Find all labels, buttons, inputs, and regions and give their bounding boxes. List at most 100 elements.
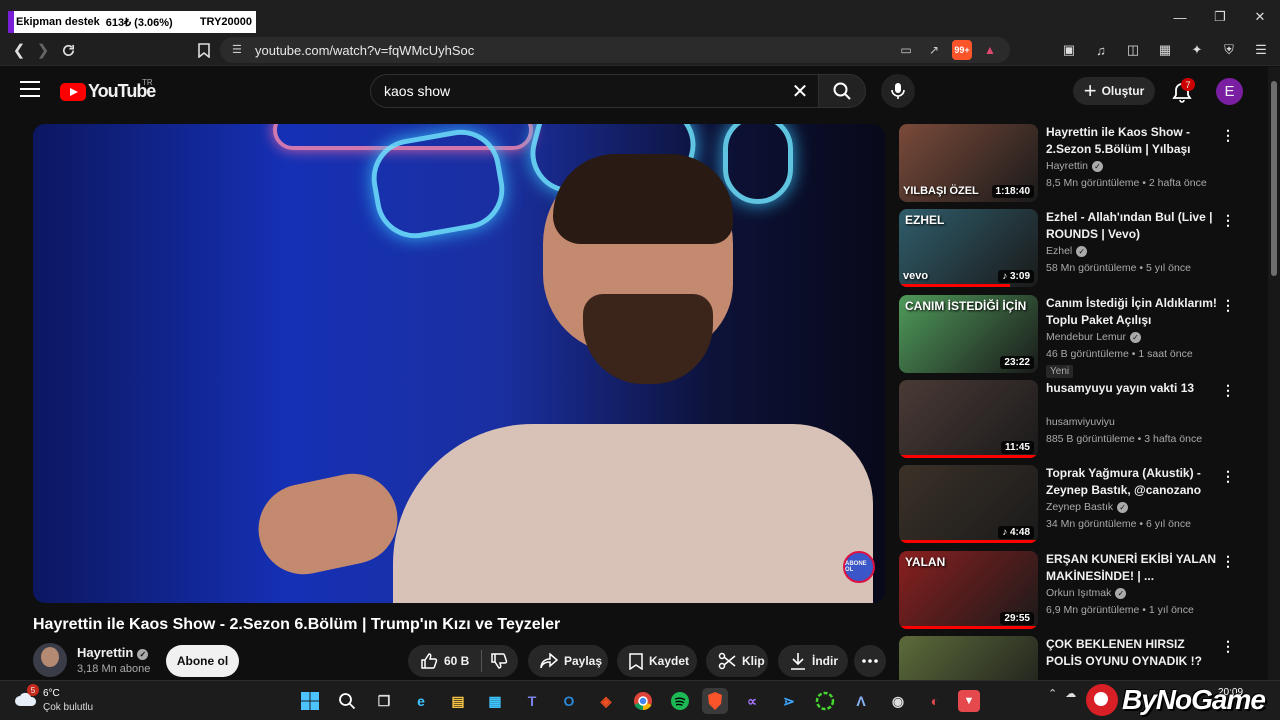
recommendation-thumbnail[interactable]: ♪ 4:48 (899, 465, 1038, 544)
back-icon[interactable]: ❮ (8, 39, 30, 61)
screenshot-icon[interactable]: ▣ (1058, 39, 1080, 61)
recommendation-item[interactable]: 11:45 husamyuyu yayın vakti 13 husamviyuvi… (899, 379, 1239, 460)
recommendation-channel-row[interactable]: Ezhel ✓ (1046, 245, 1088, 258)
like-button[interactable] (420, 652, 438, 670)
recommendation-channel[interactable]: husamviyuviyu (1046, 416, 1115, 428)
cloud-sync-icon[interactable]: ☁ (1065, 687, 1076, 700)
search-query[interactable]: kaos show (384, 83, 450, 99)
taskbar-search-icon[interactable] (334, 688, 360, 714)
page-scrollbar[interactable] (1268, 67, 1280, 680)
recommendation-channel[interactable]: Hayrettin (1046, 160, 1088, 172)
search-button[interactable] (818, 74, 866, 108)
account-avatar[interactable]: E (1216, 78, 1243, 105)
recommendation-item[interactable]: YALAN 29:55 ERŞAN KUNERİ EKİBİ YALAN MAKİN… (899, 550, 1239, 631)
channel-watermark[interactable]: ABONE OL (843, 551, 875, 583)
edge-browser-icon[interactable]: e (408, 688, 434, 714)
like-count[interactable]: 60 B (444, 654, 469, 668)
recommendation-thumbnail[interactable]: YALAN 29:55 (899, 550, 1038, 629)
more-vertical-icon[interactable]: ⋮ (1221, 553, 1235, 571)
vpn-shield-icon[interactable]: ⛨ (1218, 39, 1240, 61)
guide-menu-icon[interactable] (20, 81, 40, 99)
more-actions-button[interactable] (854, 645, 886, 677)
recommendation-title[interactable]: husamyuyu yayın vakti 13 (1046, 380, 1218, 397)
recommendation-item[interactable]: ♪ 4:48 Toprak Yağmura (Akustik) - Zeynep … (899, 465, 1239, 545)
create-button[interactable]: + Oluştur (1073, 77, 1155, 105)
more-vertical-icon[interactable]: ⋮ (1221, 297, 1235, 315)
recommendation-channel[interactable]: Zeynep Bastık (1046, 501, 1113, 513)
recommendation-thumbnail[interactable]: YILBAŞI ÖZEL 1:18:40 (899, 124, 1038, 202)
channel-name[interactable]: Hayrettin (77, 645, 133, 660)
close-window-icon[interactable]: ✕ (1240, 0, 1280, 34)
more-vertical-icon[interactable]: ⋮ (1221, 126, 1235, 144)
chrome-icon[interactable] (630, 688, 656, 714)
vscode-icon[interactable]: ⋗ (776, 688, 802, 714)
brave-shields-icon[interactable]: 99+ (952, 40, 972, 60)
clear-search-icon[interactable]: ✕ (788, 79, 812, 103)
share-button[interactable]: Paylaş (528, 645, 608, 677)
music-icon[interactable]: ♫ (1090, 39, 1112, 61)
more-vertical-icon[interactable]: ⋮ (1221, 638, 1235, 656)
weather-description[interactable]: Çok bulutlu (43, 702, 93, 713)
more-vertical-icon[interactable]: ⋮ (1221, 211, 1235, 229)
recommendation-thumbnail[interactable]: EZHEL vevo ♪ 3:09 (899, 209, 1038, 288)
voice-search-button[interactable] (881, 74, 915, 108)
recommendation-title[interactable]: ÇOK BEKLENEN HIRSIZ POLİS OYUNU OYNADIK … (1046, 636, 1218, 670)
app-a-icon[interactable]: Λ (848, 688, 874, 714)
forward-icon[interactable]: ❯ (32, 39, 54, 61)
weather-temperature[interactable]: 6°C (43, 688, 60, 699)
maximize-icon[interactable]: ❐ (1200, 0, 1240, 34)
razer-icon[interactable] (812, 688, 838, 714)
reload-icon[interactable] (57, 39, 79, 61)
microsoft-store-icon[interactable]: ▦ (482, 688, 508, 714)
recommendation-title[interactable]: Canım İstediği İçin Aldıklarım! Toplu Pa… (1046, 295, 1218, 329)
channel-avatar[interactable] (33, 643, 67, 677)
recommendation-item[interactable]: CANIM İSTEDİĞİ İÇİN 23:22 Canım İstediği İ… (899, 294, 1239, 378)
site-info-icon[interactable]: ☰ (232, 43, 242, 56)
obs-icon[interactable]: ◉ (885, 688, 911, 714)
more-vertical-icon[interactable]: ⋮ (1221, 467, 1235, 485)
teams-icon[interactable]: T (519, 688, 545, 714)
outlook-icon[interactable]: O (556, 688, 582, 714)
recommendation-item[interactable]: EZHEL vevo ♪ 3:09 Ezhel - Allah'ından Bul (… (899, 209, 1239, 289)
recommendation-title[interactable]: Hayrettin ile Kaos Show - 2.Sezon 5.Bölü… (1046, 124, 1218, 158)
url-text[interactable]: youtube.com/watch?v=fqWMcUyhSoc (255, 43, 474, 58)
recommendation-item[interactable]: YILBAŞI ÖZEL 1:18:40 Hayrettin ile Kaos Sh… (899, 124, 1239, 204)
youtube-logo[interactable]: YouTube TR (60, 78, 156, 102)
scrollbar-thumb[interactable] (1271, 81, 1277, 276)
recommendation-title[interactable]: Toprak Yağmura (Akustik) - Zeynep Bastık… (1046, 465, 1218, 499)
channel-name-row[interactable]: Hayrettin ✓ (77, 645, 149, 660)
tray-overflow-icon[interactable]: ⌃ (1048, 687, 1057, 700)
brave-rewards-icon[interactable]: ▲ (980, 40, 1000, 60)
visual-studio-icon[interactable]: ∝ (739, 688, 765, 714)
recommendation-channel[interactable]: Mendebur Lemur (1046, 331, 1126, 343)
wallet-icon[interactable]: ▦ (1154, 39, 1176, 61)
recommendation-thumbnail[interactable]: 11:45 (899, 379, 1038, 458)
recommendation-thumbnail[interactable]: CANIM İSTEDİĞİ İÇİN 23:22 (899, 294, 1038, 373)
recommendation-title[interactable]: ERŞAN KUNERİ EKİBİ YALAN MAKİNESİNDE! | … (1046, 551, 1218, 585)
leo-ai-icon[interactable]: ✦ (1186, 39, 1208, 61)
dislike-button[interactable] (490, 652, 508, 670)
clip-button[interactable]: Klip (706, 645, 768, 677)
recommendation-channel-row[interactable]: husamviyuviyu (1046, 416, 1115, 428)
office-icon[interactable]: ◈ (593, 688, 619, 714)
browser-menu-icon[interactable]: ☰ (1250, 39, 1272, 61)
spotify-icon[interactable] (667, 688, 693, 714)
recommendation-channel-row[interactable]: Zeynep Bastık ✓ (1046, 501, 1129, 514)
address-bar[interactable]: ☰ youtube.com/watch?v=fqWMcUyhSoc ▭ ↗ 99… (220, 37, 1010, 63)
minimize-icon[interactable]: — (1160, 0, 1200, 34)
more-vertical-icon[interactable]: ⋮ (1221, 382, 1235, 400)
brave-browser-icon[interactable] (702, 688, 728, 714)
recommendation-channel-row[interactable]: Hayrettin ✓ (1046, 160, 1104, 172)
cast-icon[interactable]: ▭ (896, 40, 916, 60)
bookmark-icon[interactable] (193, 39, 215, 61)
pin-app-icon[interactable]: ▼ (958, 690, 980, 712)
search-input[interactable]: kaos show ✕ (370, 74, 818, 108)
donation-ticker-tab[interactable]: Ekipman destek 613₺ (3.06%) TRY20000 (8, 11, 256, 33)
recommendation-channel-row[interactable]: Orkun Işıtmak ✓ (1046, 587, 1127, 599)
recommendation-title[interactable]: Ezhel - Allah'ından Bul (Live | ROUNDS |… (1046, 209, 1218, 243)
download-button[interactable]: İndir (778, 645, 848, 677)
recommendation-channel-row[interactable]: Mendebur Lemur ✓ (1046, 331, 1141, 343)
file-explorer-icon[interactable]: ▤ (445, 688, 471, 714)
sidebar-icon[interactable]: ◫ (1122, 39, 1144, 61)
video-player[interactable]: ABONE OL (33, 124, 885, 603)
